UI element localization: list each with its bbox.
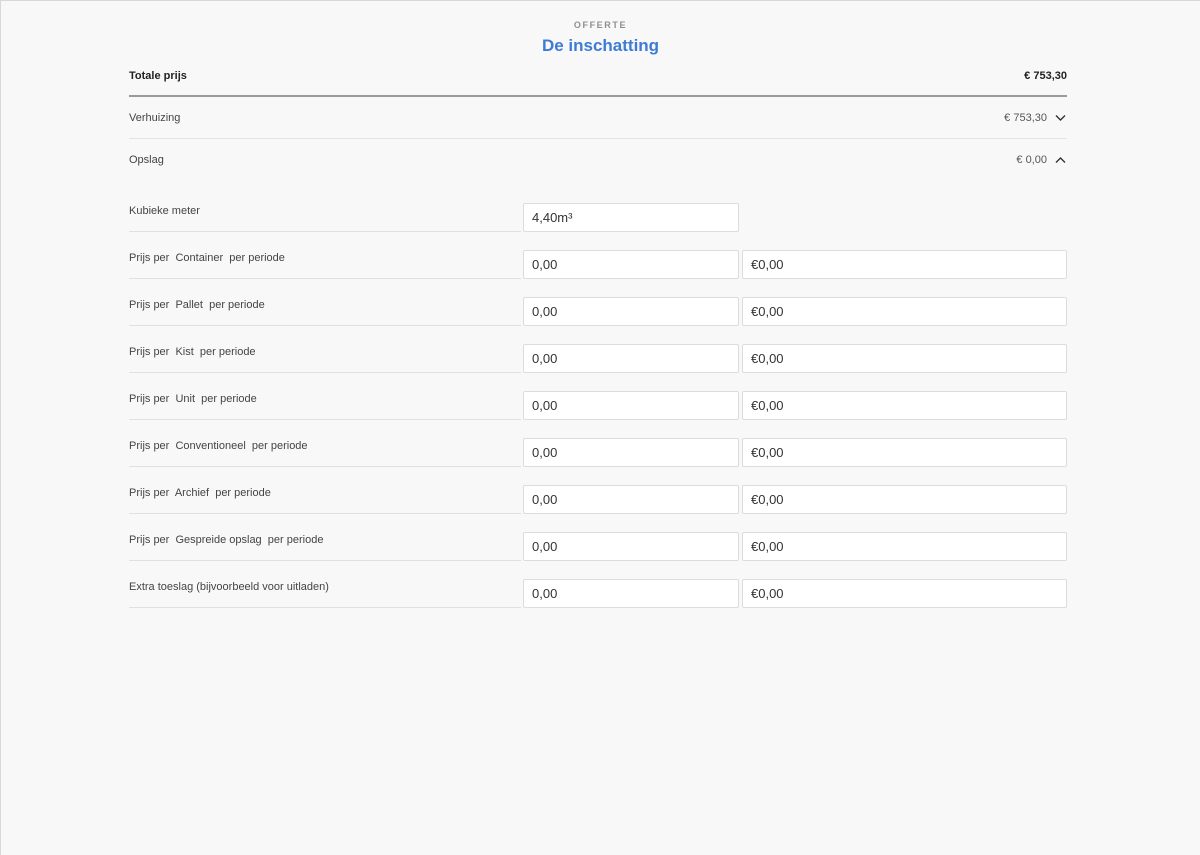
quantity-input[interactable] (523, 532, 739, 561)
quantity-input[interactable] (523, 579, 739, 608)
storage-row-label: Prijs per Archief per periode (129, 485, 521, 514)
page-header: OFFERTE De inschatting (1, 1, 1200, 57)
price-input[interactable] (742, 532, 1067, 561)
price-input[interactable] (742, 297, 1067, 326)
section-opslag-label: Opslag (129, 154, 164, 166)
quantity-input[interactable] (523, 485, 739, 514)
quantity-input[interactable] (523, 344, 739, 373)
storage-row: Prijs per Conventioneel per periode (129, 438, 1067, 485)
volume-label: Kubieke meter (129, 203, 521, 232)
storage-row-label: Prijs per Kist per periode (129, 344, 521, 373)
price-input[interactable] (742, 344, 1067, 373)
storage-row-label: Prijs per Unit per periode (129, 391, 521, 420)
storage-row: Prijs per Unit per periode (129, 391, 1067, 438)
page-title: De inschatting (541, 36, 660, 55)
quantity-input[interactable] (523, 297, 739, 326)
price-input[interactable] (742, 485, 1067, 514)
volume-row: Kubieke meter (129, 203, 1067, 250)
section-verhuizing-value: € 753,30 (1004, 111, 1047, 124)
storage-row: Prijs per Container per periode (129, 250, 1067, 297)
chevron-up-icon[interactable] (1053, 153, 1067, 167)
storage-rows: Kubieke meter Prijs per Container per pe… (129, 203, 1067, 626)
section-verhuizing[interactable]: Verhuizing € 753,30 (129, 97, 1067, 139)
price-input[interactable] (742, 250, 1067, 279)
section-opslag[interactable]: Opslag € 0,00 (129, 139, 1067, 181)
section-verhuizing-label: Verhuizing (129, 111, 181, 124)
page-eyebrow: OFFERTE (573, 20, 628, 30)
storage-row: Extra toeslag (bijvoorbeeld voor uitlade… (129, 579, 1067, 626)
chevron-down-icon[interactable] (1053, 111, 1067, 125)
storage-row-label: Prijs per Container per periode (129, 250, 521, 279)
quote-container: Totale prijs € 753,30 Verhuizing € 753,3… (129, 57, 1067, 626)
section-opslag-value: € 0,00 (1016, 154, 1047, 166)
quantity-input[interactable] (523, 438, 739, 467)
storage-row: Prijs per Gespreide opslag per periode (129, 532, 1067, 579)
total-price-value: € 753,30 (1024, 70, 1067, 82)
total-price-label: Totale prijs (129, 70, 187, 82)
storage-row-label: Prijs per Conventioneel per periode (129, 438, 521, 467)
price-input[interactable] (742, 579, 1067, 608)
storage-row-label: Extra toeslag (bijvoorbeeld voor uitlade… (129, 579, 521, 608)
storage-row: Prijs per Pallet per periode (129, 297, 1067, 344)
price-input[interactable] (742, 438, 1067, 467)
storage-row-label: Prijs per Pallet per periode (129, 297, 521, 326)
quantity-input[interactable] (523, 391, 739, 420)
storage-row: Prijs per Archief per periode (129, 485, 1067, 532)
quantity-input[interactable] (523, 250, 739, 279)
price-input[interactable] (742, 391, 1067, 420)
volume-input[interactable] (523, 203, 739, 232)
total-price-row: Totale prijs € 753,30 (129, 57, 1067, 97)
storage-row-label: Prijs per Gespreide opslag per periode (129, 532, 521, 561)
storage-row: Prijs per Kist per periode (129, 344, 1067, 391)
